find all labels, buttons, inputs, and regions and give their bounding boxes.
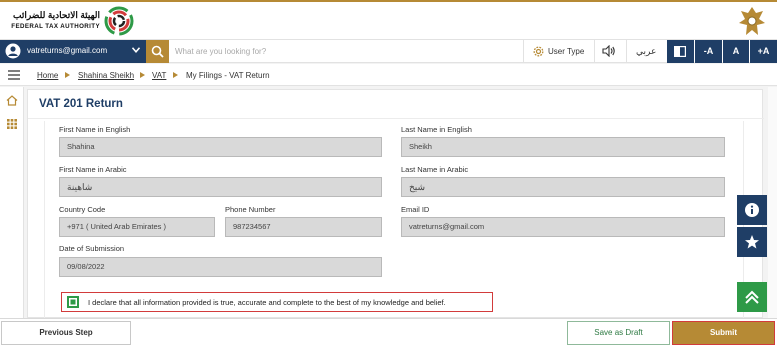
gear-icon xyxy=(533,46,544,57)
country-code-label: Country Code xyxy=(59,205,106,214)
search-icon xyxy=(151,45,164,58)
info-button[interactable] xyxy=(737,195,767,225)
scroll-top-button[interactable] xyxy=(737,282,767,312)
first-name-ar-label: First Name in Arabic xyxy=(59,165,127,174)
contrast-icon xyxy=(674,46,686,57)
chevron-down-icon xyxy=(132,47,140,53)
submission-date-label: Date of Submission xyxy=(59,244,125,253)
user-type-label: User Type xyxy=(548,47,585,56)
phone-number-field[interactable]: 987234567 xyxy=(225,217,382,237)
user-account-menu[interactable]: vatreturns@gmail.com xyxy=(0,40,146,63)
scroll-track[interactable] xyxy=(768,87,777,318)
submit-button[interactable]: Submit xyxy=(672,321,775,345)
site-header: الهيئة الاتحادية للضرائب FEDERAL TAX AUT… xyxy=(0,2,777,39)
uae-emblem-icon xyxy=(739,7,765,35)
last-name-en-field[interactable]: Sheikh xyxy=(401,137,725,157)
breadcrumb-arrow-icon xyxy=(65,72,70,78)
previous-step-button[interactable]: Previous Step xyxy=(1,321,131,345)
first-name-en-field[interactable]: Shahina xyxy=(59,137,382,157)
form-action-bar: Previous Step Save as Draft Submit xyxy=(0,318,777,345)
divider xyxy=(626,40,627,63)
divider xyxy=(594,40,595,63)
search-input[interactable] xyxy=(175,42,475,61)
font-normal-button[interactable]: A xyxy=(723,40,749,63)
user-email: vatreturns@gmail.com xyxy=(27,46,108,55)
page: الهيئة الاتحادية للضرائب FEDERAL TAX AUT… xyxy=(0,0,777,345)
breadcrumb-arrow-icon xyxy=(173,72,178,78)
breadcrumb-user[interactable]: Shahina Sheikh xyxy=(78,71,134,80)
fta-logo-mark-icon xyxy=(104,6,134,36)
info-icon xyxy=(745,203,759,217)
breadcrumb: Home Shahina Sheikh VAT My Filings - VAT… xyxy=(0,64,777,86)
vat-return-panel: VAT 201 Return xyxy=(27,89,764,318)
declaration-checkbox-row[interactable]: I declare that all information provided … xyxy=(61,292,493,312)
email-id-label: Email ID xyxy=(401,205,430,214)
fta-logo[interactable]: الهيئة الاتحادية للضرائب FEDERAL TAX AUT… xyxy=(8,5,134,37)
user-type-selector[interactable]: User Type xyxy=(533,40,591,63)
user-avatar-icon xyxy=(5,43,21,59)
declaration-checkbox[interactable] xyxy=(67,296,79,308)
country-code-field[interactable]: +971 ( United Arab Emirates ) xyxy=(59,217,215,237)
search-button[interactable] xyxy=(146,40,169,63)
logo-text-arabic: الهيئة الاتحادية للضرائب xyxy=(12,10,100,20)
checkmark-icon xyxy=(69,298,77,306)
home-icon[interactable] xyxy=(6,95,18,106)
email-id-field[interactable]: vatreturns@gmail.com xyxy=(401,217,725,237)
submission-date-field[interactable]: 09/08/2022 xyxy=(59,257,382,277)
star-icon xyxy=(745,235,759,249)
last-name-en-label: Last Name in English xyxy=(401,125,472,134)
breadcrumb-vat[interactable]: VAT xyxy=(152,71,166,80)
divider xyxy=(523,40,524,63)
declaration-text: I declare that all information provided … xyxy=(88,298,446,307)
menu-icon[interactable] xyxy=(8,70,20,80)
language-switch[interactable]: عربي xyxy=(636,46,656,57)
divider xyxy=(28,118,764,119)
page-title: VAT 201 Return xyxy=(39,98,123,110)
first-name-en-label: First Name in English xyxy=(59,125,131,134)
save-draft-button[interactable]: Save as Draft xyxy=(567,321,670,345)
left-sidebar xyxy=(0,87,24,318)
favorite-button[interactable] xyxy=(737,227,767,257)
speaker-icon[interactable] xyxy=(602,45,616,57)
logo-text-english: FEDERAL TAX AUTHORITY xyxy=(11,23,100,30)
breadcrumb-current: My Filings - VAT Return xyxy=(186,71,270,80)
apps-grid-icon[interactable] xyxy=(7,119,17,129)
top-navbar: vatreturns@gmail.com User Type xyxy=(0,39,777,63)
breadcrumb-home[interactable]: Home xyxy=(37,71,58,80)
last-name-ar-field[interactable]: شيخ xyxy=(401,177,725,197)
chevron-up-icon xyxy=(745,290,759,304)
font-decrease-button[interactable]: -A xyxy=(695,40,722,63)
contrast-toggle[interactable] xyxy=(667,40,694,63)
font-increase-button[interactable]: +A xyxy=(750,40,777,63)
breadcrumb-arrow-icon xyxy=(140,72,145,78)
phone-number-label: Phone Number xyxy=(225,205,276,214)
first-name-ar-field[interactable]: شاهينة xyxy=(59,177,382,197)
last-name-ar-label: Last Name in Arabic xyxy=(401,165,469,174)
